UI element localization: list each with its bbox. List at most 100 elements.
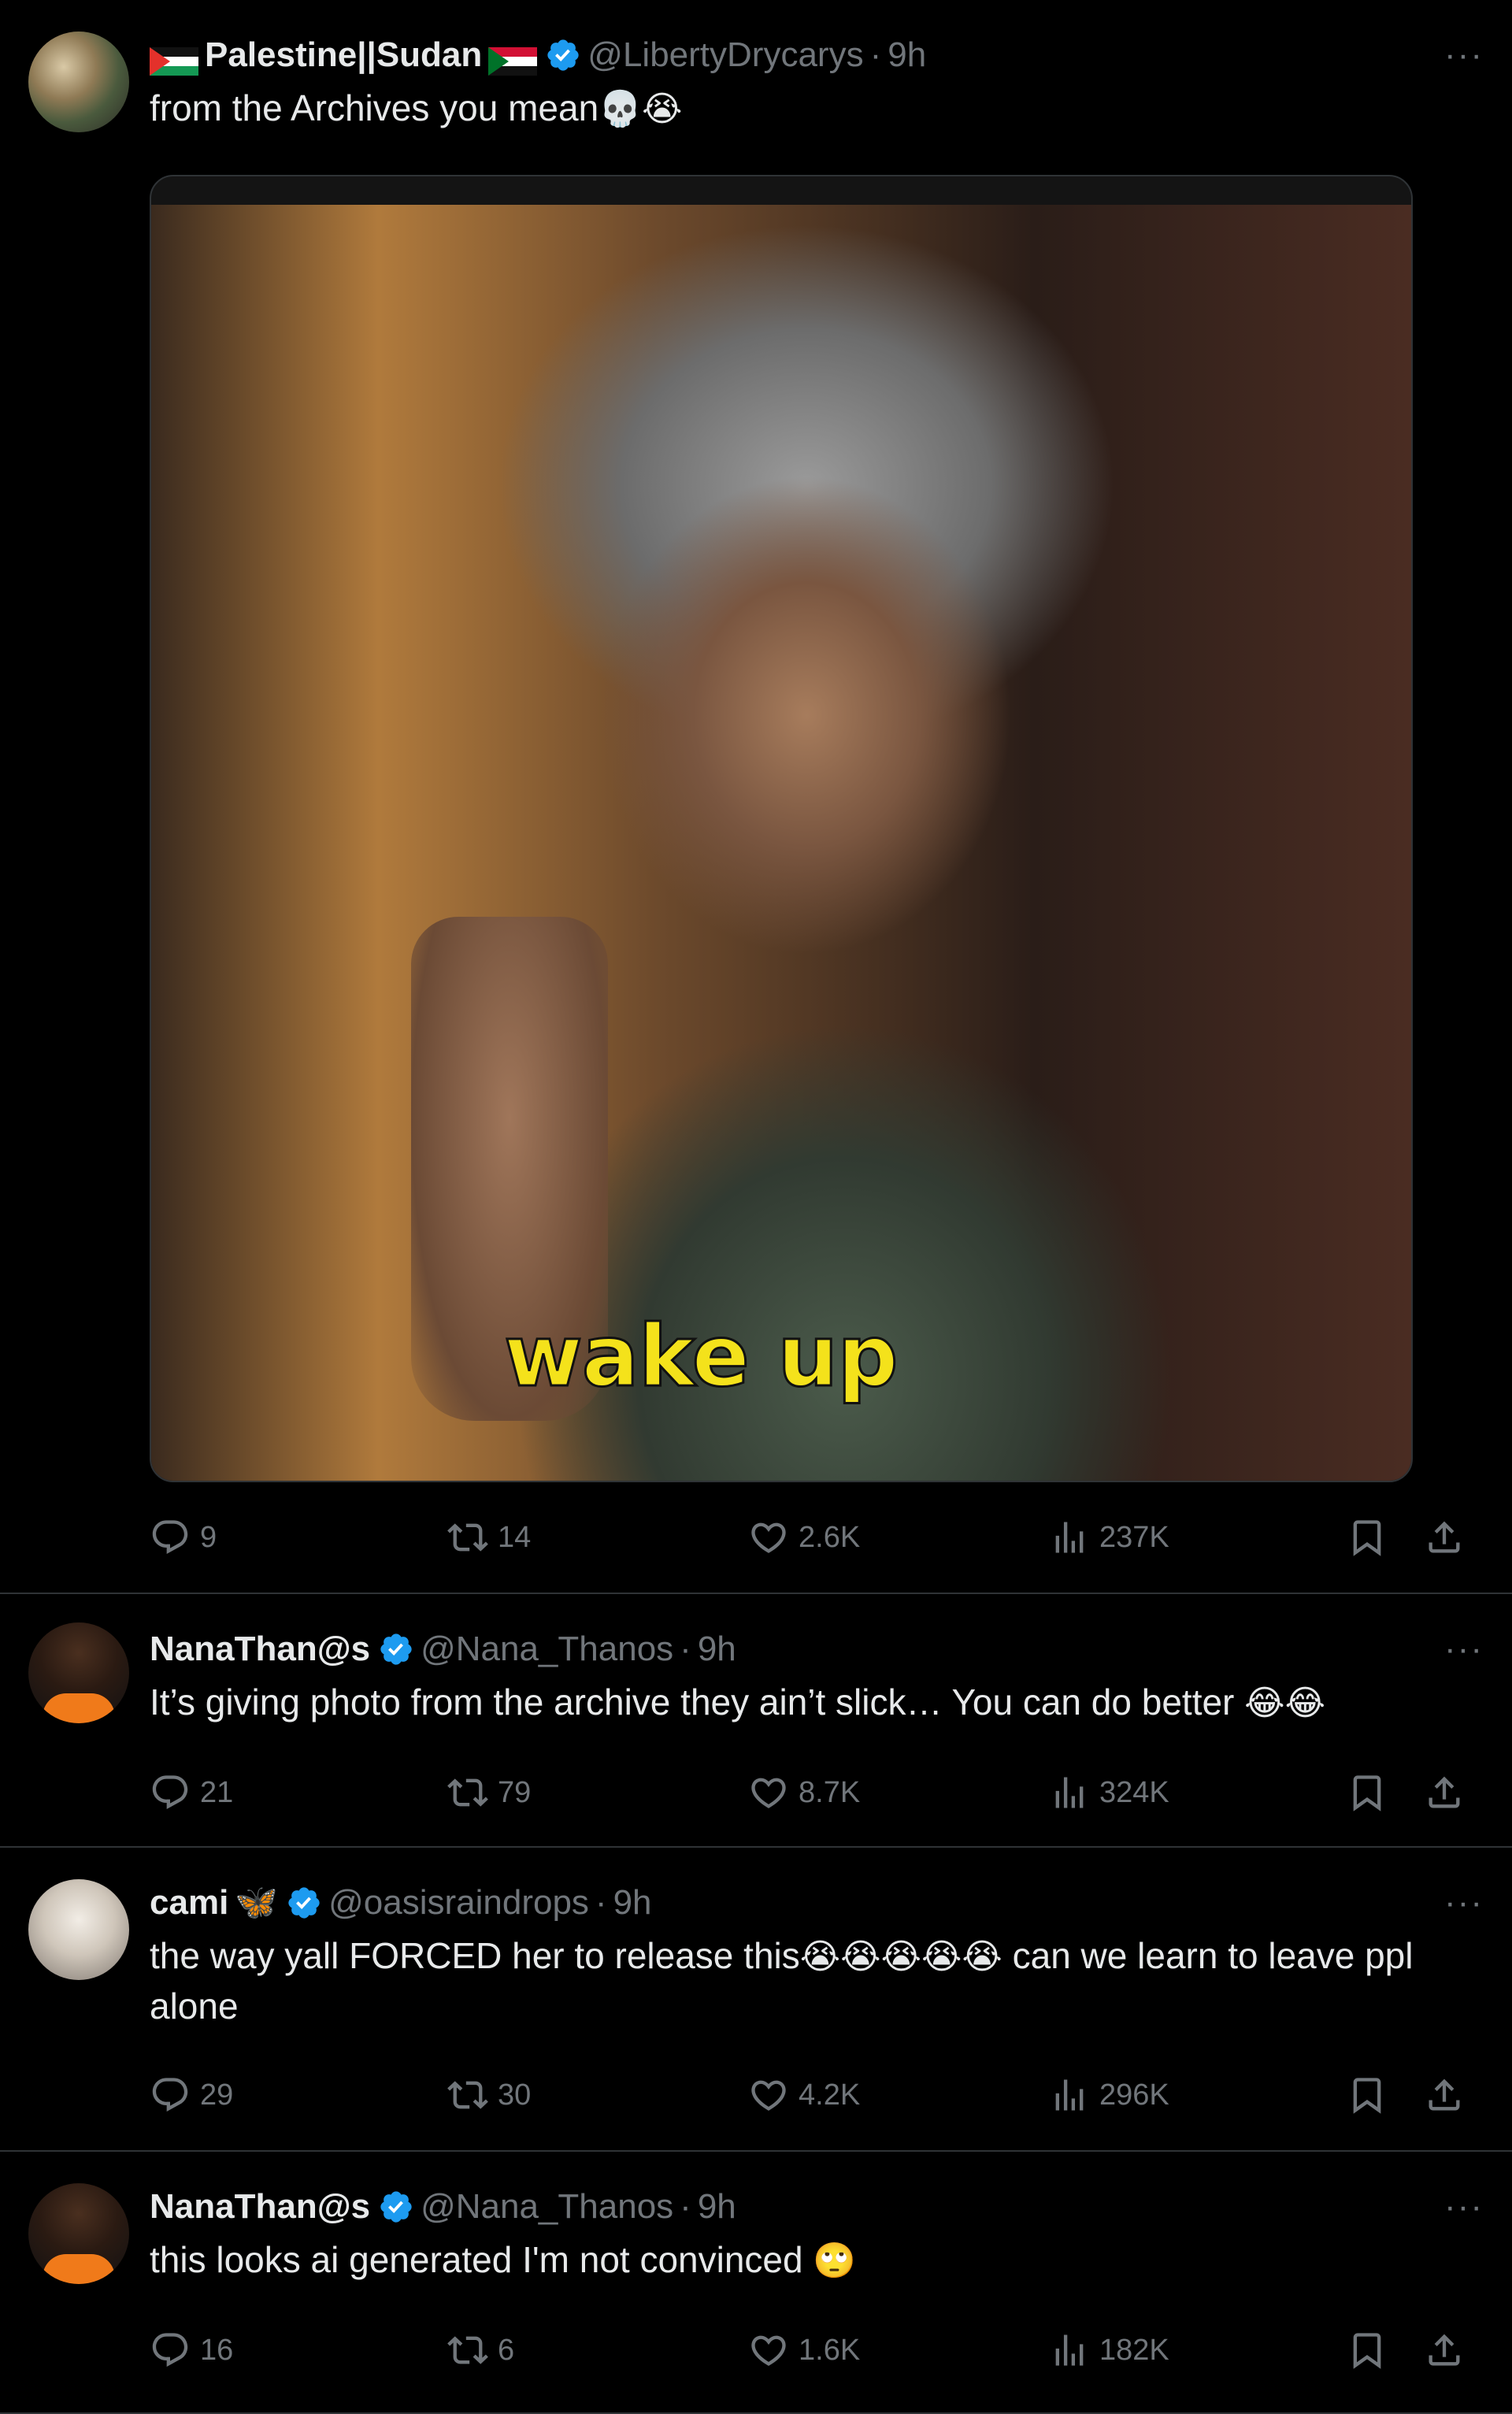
display-name[interactable]: NanaThan@s	[150, 2183, 370, 2230]
timestamp[interactable]: 9h	[613, 1879, 652, 1926]
tweet-4[interactable]: NanaThan@s @Nana_Thanos · 9h ··· this lo…	[0, 2152, 1512, 2414]
views-icon	[1049, 2075, 1090, 2115]
retweet-button[interactable]: 79	[447, 1772, 531, 1813]
views-button[interactable]: 182K	[1049, 2330, 1169, 2371]
more-icon[interactable]: ···	[1444, 2183, 1484, 2230]
avatar[interactable]	[28, 32, 129, 132]
tweet-1[interactable]: Palestine||Sudan @LibertyDrycarys · 9h ·…	[0, 0, 1512, 1594]
like-icon	[748, 2330, 789, 2371]
share-icon	[1424, 2330, 1465, 2371]
reply-icon	[150, 2075, 191, 2115]
views-count: 324K	[1099, 1775, 1169, 1809]
views-count: 296K	[1099, 2078, 1169, 2112]
bookmark-button[interactable]	[1347, 1772, 1388, 1813]
display-name[interactable]: Palestine||Sudan	[205, 32, 482, 79]
avatar[interactable]	[28, 1879, 129, 1980]
retweet-button[interactable]: 6	[447, 2330, 514, 2371]
reply-button[interactable]: 21	[150, 1772, 233, 1813]
tweet-media-image[interactable]	[150, 175, 1413, 1482]
more-icon[interactable]: ···	[1444, 1879, 1484, 1926]
action-bar: 21 79 8.7K 324K	[150, 1767, 1484, 1818]
like-button[interactable]: 1.6K	[748, 2330, 860, 2371]
share-button[interactable]	[1424, 2075, 1465, 2115]
views-count: 182K	[1099, 2333, 1169, 2367]
bookmark-icon	[1347, 1517, 1388, 1558]
like-icon	[748, 1772, 789, 1813]
timestamp[interactable]: 9h	[888, 32, 926, 79]
media-photo	[151, 205, 1411, 1481]
share-button[interactable]	[1424, 1772, 1465, 1813]
user-handle[interactable]: @oasisraindrops	[328, 1879, 589, 1926]
verified-icon	[286, 1885, 322, 1921]
bookmark-button[interactable]	[1347, 2330, 1388, 2371]
emoji-eye-roll: 🙄	[813, 2242, 857, 2280]
reply-button[interactable]: 29	[150, 2075, 233, 2115]
butterfly-icon: 🦋	[235, 1883, 279, 1922]
retweet-icon	[447, 2075, 488, 2115]
tweet-text: this looks ai generated I'm not convince…	[150, 2235, 1484, 2286]
retweet-icon	[447, 1772, 488, 1813]
tweet-text: from the Archives you mean💀😭	[150, 83, 1484, 134]
share-button[interactable]	[1424, 1517, 1465, 1558]
user-handle[interactable]: @LibertyDrycarys	[587, 32, 863, 79]
tweet-text: It’s giving photo from the archive they …	[150, 1678, 1484, 1728]
reply-button[interactable]: 16	[150, 2330, 233, 2371]
bookmark-button[interactable]	[1347, 2075, 1388, 2115]
avatar[interactable]	[28, 1622, 129, 1723]
reply-button[interactable]: 9	[150, 1517, 217, 1558]
user-handle[interactable]: @Nana_Thanos	[421, 1626, 673, 1673]
like-button[interactable]: 4.2K	[748, 2075, 860, 2115]
verified-icon	[545, 37, 581, 73]
like-count: 4.2K	[799, 2078, 861, 2112]
retweet-icon	[447, 2330, 488, 2371]
tweet-text-before: the way yall FORCED her to release this	[150, 1935, 800, 1976]
sudan-flag-icon	[488, 41, 538, 76]
bookmark-icon	[1347, 1772, 1388, 1813]
tweet-2[interactable]: NanaThan@s @Nana_Thanos · 9h ··· It’s gi…	[0, 1594, 1512, 1848]
tweet-text-content: It’s giving photo from the archive they …	[150, 1682, 1235, 1722]
verified-icon	[378, 2189, 414, 2225]
tweet-text-content: this looks ai generated I'm not convince…	[150, 2239, 803, 2280]
like-icon	[748, 1517, 789, 1558]
user-handle[interactable]: @Nana_Thanos	[421, 2183, 673, 2230]
bookmark-icon	[1347, 2330, 1388, 2371]
timestamp[interactable]: 9h	[698, 2183, 736, 2230]
share-button[interactable]	[1424, 2330, 1465, 2371]
tweet-header: NanaThan@s @Nana_Thanos · 9h	[150, 2183, 1484, 2230]
palestine-flag-icon	[150, 41, 198, 76]
views-button[interactable]: 237K	[1049, 1517, 1169, 1558]
retweet-button[interactable]: 14	[447, 1517, 531, 1558]
tweet-3[interactable]: cami 🦋 @oasisraindrops · 9h ··· the way …	[0, 1848, 1512, 2152]
retweet-count: 30	[498, 2078, 532, 2112]
tweet-header: cami 🦋 @oasisraindrops · 9h	[150, 1879, 1484, 1926]
like-count: 8.7K	[799, 1775, 861, 1809]
emoji-skull-crying: 💀😭	[598, 90, 683, 128]
avatar[interactable]	[28, 2183, 129, 2284]
retweet-icon	[447, 1517, 488, 1558]
tweet-header: NanaThan@s @Nana_Thanos · 9h	[150, 1626, 1484, 1673]
action-bar: 16 6 1.6K 182K	[150, 2325, 1484, 2375]
display-name[interactable]: cami	[150, 1879, 228, 1926]
reply-icon	[150, 1517, 191, 1558]
views-icon	[1049, 2330, 1090, 2371]
timestamp[interactable]: 9h	[698, 1626, 736, 1673]
separator: ·	[680, 2187, 691, 2226]
media-caption: wake up	[503, 1307, 900, 1407]
like-button[interactable]: 8.7K	[748, 1772, 860, 1813]
reply-count: 21	[200, 1775, 234, 1809]
retweet-count: 79	[498, 1775, 532, 1809]
display-name[interactable]: NanaThan@s	[150, 1626, 370, 1673]
bookmark-button[interactable]	[1347, 1517, 1388, 1558]
views-icon	[1049, 1772, 1090, 1813]
tweet-text: the way yall FORCED her to release this😭…	[150, 1931, 1484, 2030]
more-icon[interactable]: ···	[1444, 1626, 1484, 1673]
reply-count: 9	[200, 1520, 217, 1554]
more-icon[interactable]: ···	[1444, 32, 1484, 79]
retweet-button[interactable]: 30	[447, 2075, 531, 2115]
like-button[interactable]: 2.6K	[748, 1517, 860, 1558]
separator: ·	[595, 1883, 607, 1922]
views-button[interactable]: 296K	[1049, 2075, 1169, 2115]
like-icon	[748, 2075, 789, 2115]
views-button[interactable]: 324K	[1049, 1772, 1169, 1813]
tweet-text-content: from the Archives you mean	[150, 87, 599, 128]
